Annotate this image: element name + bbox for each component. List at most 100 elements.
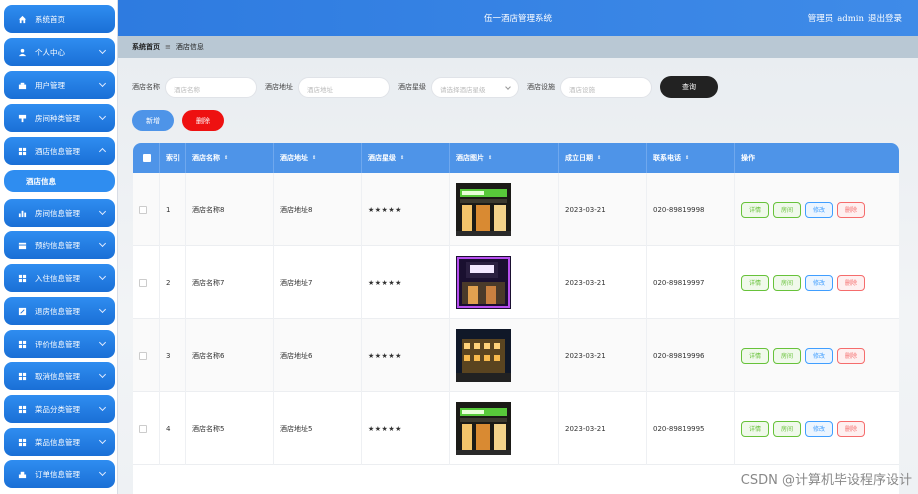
cell-hotel-stars: ★★★★★ bbox=[362, 246, 450, 319]
sidebar-item-label: 评价信息管理 bbox=[35, 339, 80, 349]
select-all-checkbox-cell[interactable] bbox=[133, 143, 160, 173]
hotel-star-placeholder: 请选择酒店星级 bbox=[440, 85, 486, 94]
sidebar-item-dishes[interactable]: 菜品信息管理 bbox=[4, 428, 115, 456]
sidebar-item-checkout[interactable]: 退房信息管理 bbox=[4, 297, 115, 325]
sidebar-item-label: 菜品分类管理 bbox=[35, 404, 80, 414]
sidebar-item-hotel-info[interactable]: 酒店信息管理 bbox=[4, 137, 115, 165]
sidebar-item-reviews[interactable]: 评价信息管理 bbox=[4, 330, 115, 358]
sidebar-item-dish-categories[interactable]: 菜品分类管理 bbox=[4, 395, 115, 423]
detail-button[interactable]: 详情 bbox=[741, 347, 769, 364]
sidebar-item-reservation[interactable]: 预约信息管理 bbox=[4, 231, 115, 259]
room-button[interactable]: 房间 bbox=[773, 420, 801, 437]
delete-button[interactable]: 删除 bbox=[837, 274, 865, 291]
col-index: 索引 bbox=[160, 143, 186, 173]
table-row: 1 酒店名称8 酒店地址8 ★★★★★ 2023-03-21 020-89819… bbox=[133, 173, 899, 246]
hotel-name-input[interactable]: 酒店名称 bbox=[165, 76, 257, 98]
hotel-facility-input[interactable]: 酒店设施 bbox=[560, 76, 652, 98]
cell-actions: 详情 房间 修改 删除 bbox=[735, 319, 899, 392]
row-checkbox[interactable] bbox=[139, 205, 147, 214]
logout-link[interactable]: 退出登录 bbox=[868, 14, 902, 24]
hotel-thumbnail[interactable] bbox=[456, 256, 511, 309]
sort-icon[interactable]: ⇕ bbox=[224, 155, 228, 161]
cell-founded-date: 2023-03-21 bbox=[559, 173, 647, 246]
cell-hotel-image bbox=[450, 392, 559, 465]
delete-button[interactable]: 删除 bbox=[837, 201, 865, 218]
row-checkbox-cell[interactable] bbox=[133, 246, 160, 319]
row-checkbox-cell[interactable] bbox=[133, 319, 160, 392]
col-actions: 操作 bbox=[741, 154, 755, 162]
order-icon bbox=[18, 471, 27, 478]
search-form: 酒店名称 酒店名称 酒店地址 酒店地址 酒店星级 请选择酒店星级 酒店设施 酒店… bbox=[132, 76, 718, 98]
col-phone[interactable]: 联系电话 ⇕ bbox=[647, 143, 735, 173]
col-hotel-name[interactable]: 酒店名称 ⇕ bbox=[186, 143, 274, 173]
chevron-down-icon bbox=[98, 207, 107, 216]
detail-button[interactable]: 详情 bbox=[741, 201, 769, 218]
breadcrumb-home[interactable]: 系统首页 bbox=[132, 43, 160, 51]
row-checkbox-cell[interactable] bbox=[133, 173, 160, 246]
detail-button[interactable]: 详情 bbox=[741, 274, 769, 291]
row-checkbox[interactable] bbox=[139, 278, 147, 287]
grid-icon bbox=[18, 405, 27, 413]
cup-icon bbox=[18, 114, 27, 122]
sidebar-subitem-hotel-info[interactable]: 酒店信息 bbox=[4, 170, 115, 192]
hotel-thumbnail[interactable] bbox=[456, 329, 511, 382]
delete-button[interactable]: 删除 bbox=[837, 347, 865, 364]
edit-button[interactable]: 修改 bbox=[805, 274, 833, 291]
sidebar-item-room-types[interactable]: 房间种类管理 bbox=[4, 104, 115, 132]
select-all-checkbox[interactable] bbox=[143, 154, 151, 162]
edit-button[interactable]: 修改 bbox=[805, 347, 833, 364]
sort-icon[interactable]: ⇕ bbox=[312, 155, 316, 161]
col-hotel-address[interactable]: 酒店地址 ⇕ bbox=[274, 143, 362, 173]
add-button[interactable]: 新增 bbox=[132, 110, 174, 131]
cell-founded-date: 2023-03-21 bbox=[559, 246, 647, 319]
delete-button[interactable]: 删除 bbox=[837, 420, 865, 437]
chevron-down-icon bbox=[98, 239, 107, 248]
cell-phone: 020-89819995 bbox=[647, 392, 735, 465]
hotel-address-input[interactable]: 酒店地址 bbox=[298, 76, 390, 98]
col-hotel-stars[interactable]: 酒店星级 ⇕ bbox=[362, 143, 450, 173]
hotel-star-select[interactable]: 请选择酒店星级 bbox=[431, 76, 519, 98]
batch-delete-button[interactable]: 删除 bbox=[182, 110, 224, 131]
sidebar-item-cancellations[interactable]: 取消信息管理 bbox=[4, 362, 115, 390]
chevron-down-icon bbox=[98, 436, 107, 445]
sort-icon[interactable]: ⇕ bbox=[597, 155, 601, 161]
cell-actions: 详情 房间 修改 删除 bbox=[735, 392, 899, 465]
room-button[interactable]: 房间 bbox=[773, 274, 801, 291]
edit-icon bbox=[18, 307, 27, 315]
sort-icon[interactable]: ⇕ bbox=[400, 155, 404, 161]
room-button[interactable]: 房间 bbox=[773, 201, 801, 218]
room-button[interactable]: 房间 bbox=[773, 347, 801, 364]
user-role: 管理员 bbox=[807, 14, 834, 24]
sidebar: 系统首页 个人中心 用户管理 房间种类管理 酒店信息管理 酒店信息 房间信息管理… bbox=[0, 0, 118, 494]
detail-button[interactable]: 详情 bbox=[741, 420, 769, 437]
chevron-down-icon bbox=[98, 403, 107, 412]
sidebar-item-users[interactable]: 用户管理 bbox=[4, 71, 115, 99]
sidebar-item-label: 酒店信息管理 bbox=[35, 146, 80, 156]
cell-hotel-address: 酒店地址6 bbox=[274, 319, 362, 392]
hotel-facility-label: 酒店设施 bbox=[527, 83, 555, 91]
col-hotel-image[interactable]: 酒店图片 ⇕ bbox=[450, 143, 559, 173]
sort-icon[interactable]: ⇕ bbox=[685, 155, 689, 161]
row-checkbox[interactable] bbox=[139, 351, 147, 360]
sort-icon[interactable]: ⇕ bbox=[488, 155, 492, 161]
query-button[interactable]: 查询 bbox=[660, 76, 718, 98]
hotel-thumbnail[interactable] bbox=[456, 402, 511, 455]
row-checkbox-cell[interactable] bbox=[133, 392, 160, 465]
chevron-down-icon bbox=[98, 468, 107, 477]
chevron-down-icon bbox=[98, 305, 107, 314]
row-checkbox[interactable] bbox=[139, 424, 147, 433]
calendar-icon bbox=[18, 242, 27, 249]
edit-button[interactable]: 修改 bbox=[805, 420, 833, 437]
sidebar-item-profile[interactable]: 个人中心 bbox=[4, 38, 115, 66]
sidebar-item-orders[interactable]: 订单信息管理 bbox=[4, 460, 115, 488]
col-founded-date[interactable]: 成立日期 ⇕ bbox=[559, 143, 647, 173]
edit-button[interactable]: 修改 bbox=[805, 201, 833, 218]
sidebar-item-room-info[interactable]: 房间信息管理 bbox=[4, 199, 115, 227]
chevron-down-icon bbox=[98, 272, 107, 281]
cell-index: 3 bbox=[160, 319, 186, 392]
sidebar-item-label: 系统首页 bbox=[35, 14, 65, 24]
sidebar-item-checkin[interactable]: 入住信息管理 bbox=[4, 264, 115, 292]
hotel-thumbnail[interactable] bbox=[456, 183, 511, 236]
cell-actions: 详情 房间 修改 删除 bbox=[735, 173, 899, 246]
sidebar-item-home[interactable]: 系统首页 bbox=[4, 5, 115, 33]
